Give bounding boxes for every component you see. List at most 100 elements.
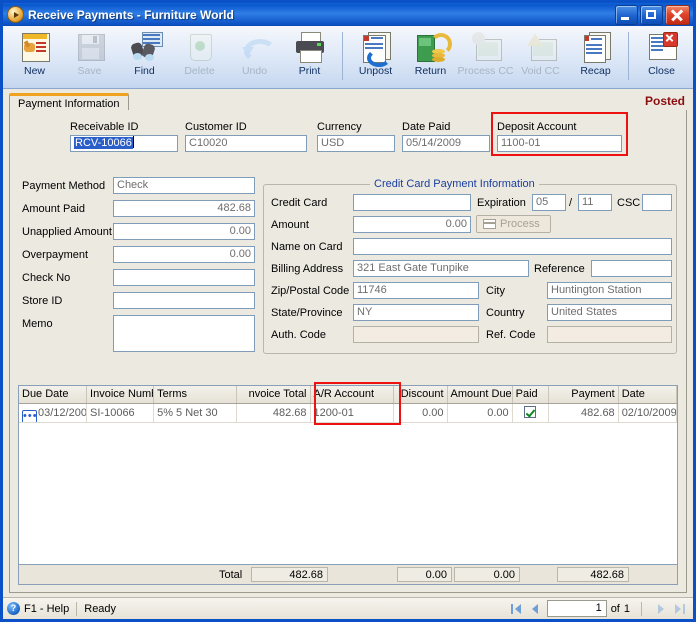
toolbar-button-process-cc[interactable]: Process CC: [458, 28, 514, 88]
csc-input[interactable]: [642, 194, 672, 211]
paid-checkbox[interactable]: [524, 406, 537, 418]
cell-amount-due[interactable]: 0.00: [448, 404, 513, 422]
title-bar: Receive Payments - Furniture World: [3, 3, 693, 26]
cell-date[interactable]: 02/10/2009: [619, 404, 678, 422]
receivable-id-input[interactable]: RCV-10066: [70, 135, 178, 152]
toolbar-button-new[interactable]: New: [7, 28, 62, 88]
process-cc-icon: [469, 31, 503, 63]
window-title: Receive Payments - Furniture World: [28, 7, 234, 22]
toolbar-label: Save: [77, 65, 102, 77]
toolbar-button-delete[interactable]: Delete: [172, 28, 227, 88]
client-area: Payment Information Posted Receivable ID…: [3, 89, 693, 597]
name-on-card-input[interactable]: [353, 238, 672, 255]
toolbar-button-recap[interactable]: Recap: [568, 28, 623, 88]
overpayment-input[interactable]: 0.00: [113, 246, 255, 263]
toolbar-button-save[interactable]: Save: [62, 28, 117, 88]
grid-header-due-date[interactable]: Due Date: [19, 386, 88, 403]
credit-card-group: Credit Card Payment Information Credit C…: [263, 178, 677, 354]
label-name-on-card: Name on Card: [271, 241, 343, 253]
help-label[interactable]: F1 - Help: [24, 603, 69, 615]
expiration-month-input[interactable]: 05: [532, 194, 566, 211]
toolbar-button-undo[interactable]: Undo: [227, 28, 282, 88]
toolbar-button-print[interactable]: Print: [282, 28, 337, 88]
check-no-input[interactable]: [113, 269, 255, 286]
next-page-icon[interactable]: [653, 601, 668, 617]
toolbar: New Save Find Delete Undo Print Unpost R…: [3, 26, 693, 89]
unapplied-amount-input[interactable]: 0.00: [113, 223, 255, 240]
label-amount-paid: Amount Paid: [22, 203, 85, 215]
state-input[interactable]: NY: [353, 304, 479, 321]
cell-ar-account[interactable]: 1200-01: [311, 404, 395, 422]
total-discount: 0.00: [397, 567, 452, 582]
tab-payment-information[interactable]: Payment Information: [9, 93, 129, 111]
cell-due-date[interactable]: •••03/12/200: [19, 404, 88, 422]
reference-input[interactable]: [591, 260, 672, 277]
grid-header-amount-due[interactable]: Amount Due: [448, 386, 513, 403]
zip-input[interactable]: 11746: [353, 282, 479, 299]
cell-invoice-total[interactable]: 482.68: [237, 404, 311, 422]
auth-code-input: [353, 326, 479, 343]
grid-header-payment[interactable]: Payment: [549, 386, 619, 403]
cell-terms[interactable]: 5% 5 Net 30: [154, 404, 237, 422]
total-label: Total: [219, 568, 243, 581]
date-paid-input[interactable]: 05/14/2009: [402, 135, 490, 152]
last-page-icon[interactable]: [672, 601, 687, 617]
label-state: State/Province: [271, 307, 343, 319]
label-check-no: Check No: [22, 272, 71, 284]
cell-invoice-number[interactable]: SI-10066: [87, 404, 155, 422]
cc-amount-input[interactable]: 0.00: [353, 216, 471, 233]
table-row[interactable]: •••03/12/200 SI-10066 5% 5 Net 30 482.68…: [19, 404, 678, 423]
customer-id-input[interactable]: C10020: [185, 135, 307, 152]
toolbar-button-void-cc[interactable]: Void CC: [513, 28, 568, 88]
grid-header-invoice-number[interactable]: Invoice Numb: [87, 386, 155, 403]
previous-page-icon[interactable]: [528, 601, 543, 617]
grid-header-row: Due Date Invoice Numb Terms nvoice Total…: [19, 386, 678, 404]
nav-separator: [641, 601, 642, 616]
country-input[interactable]: United States: [547, 304, 672, 321]
grid-header-date[interactable]: Date: [619, 386, 678, 403]
grid-header-invoice-total[interactable]: nvoice Total: [237, 386, 311, 403]
grid-header-terms[interactable]: Terms: [154, 386, 237, 403]
process-button[interactable]: Process: [476, 215, 551, 233]
toolbar-label: Return: [414, 65, 447, 77]
payment-method-input[interactable]: Check: [113, 177, 255, 194]
deposit-account-input[interactable]: 1100-01: [497, 135, 622, 152]
help-icon[interactable]: ?: [7, 602, 20, 615]
close-icon[interactable]: [665, 5, 690, 25]
record-navigator: 1 of 1: [509, 600, 687, 617]
page-number-input[interactable]: 1: [546, 600, 607, 617]
grid-header-ar-account[interactable]: A/R Account: [311, 386, 395, 403]
toolbar-button-return[interactable]: Return: [403, 28, 458, 88]
amount-paid-input[interactable]: 482.68: [113, 200, 255, 217]
toolbar-button-find[interactable]: Find: [117, 28, 172, 88]
minimize-icon[interactable]: [615, 5, 638, 25]
cell-paid[interactable]: [513, 404, 549, 422]
label-currency: Currency: [317, 121, 362, 133]
grid-header-discount[interactable]: Discount: [394, 386, 448, 403]
page-of-label: of: [610, 602, 620, 615]
store-id-input[interactable]: [113, 292, 255, 309]
label-auth-code: Auth. Code: [271, 329, 327, 341]
tab-bar: Payment Information: [9, 93, 129, 111]
currency-input[interactable]: USD: [317, 135, 395, 152]
expiration-year-input[interactable]: 11: [578, 194, 612, 211]
status-message: Ready: [84, 602, 117, 615]
cell-discount[interactable]: 0.00: [394, 404, 448, 422]
toolbar-label: Print: [298, 65, 321, 77]
first-page-icon[interactable]: [509, 601, 524, 617]
status-bar: ? F1 - Help Ready 1 of 1: [3, 597, 693, 619]
cell-payment[interactable]: 482.68: [549, 404, 619, 422]
label-payment-method: Payment Method: [22, 180, 106, 192]
toolbar-button-unpost[interactable]: Unpost: [348, 28, 403, 88]
memo-input[interactable]: [113, 315, 255, 352]
toolbar-button-close[interactable]: Close: [634, 28, 689, 88]
return-money-icon: [414, 31, 452, 63]
grid-header-paid[interactable]: Paid: [513, 386, 549, 403]
date-picker-icon[interactable]: •••: [22, 410, 37, 422]
city-input[interactable]: Huntington Station: [547, 282, 672, 299]
credit-card-input[interactable]: [353, 194, 471, 211]
billing-address-input[interactable]: 321 East Gate Tunpike: [353, 260, 529, 277]
expiration-separator: /: [569, 197, 573, 209]
toolbar-label: New: [23, 65, 45, 77]
maximize-icon[interactable]: [640, 5, 663, 25]
